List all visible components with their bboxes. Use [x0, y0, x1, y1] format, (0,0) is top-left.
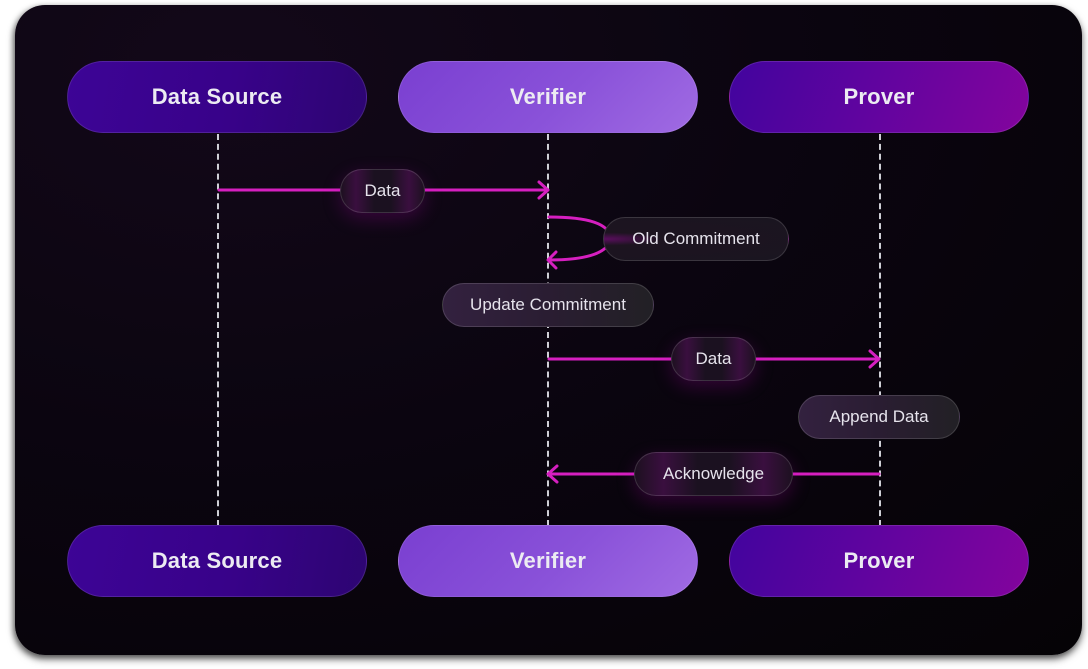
participant-prover-bottom: Prover — [729, 525, 1029, 597]
participant-verifier-bottom: Verifier — [398, 525, 698, 597]
message-label-old-commitment: Old Commitment — [603, 217, 789, 261]
message-label-acknowledge: Acknowledge — [634, 452, 793, 496]
participant-data-source-top: Data Source — [67, 61, 367, 133]
participant-data-source-bottom: Data Source — [67, 525, 367, 597]
note-append-data: Append Data — [798, 395, 960, 439]
message-label-data-1: Data — [340, 169, 425, 213]
participant-verifier-top: Verifier — [398, 61, 698, 133]
message-label-data-2: Data — [671, 337, 756, 381]
note-update-commitment: Update Commitment — [442, 283, 654, 327]
participant-prover-top: Prover — [729, 61, 1029, 133]
